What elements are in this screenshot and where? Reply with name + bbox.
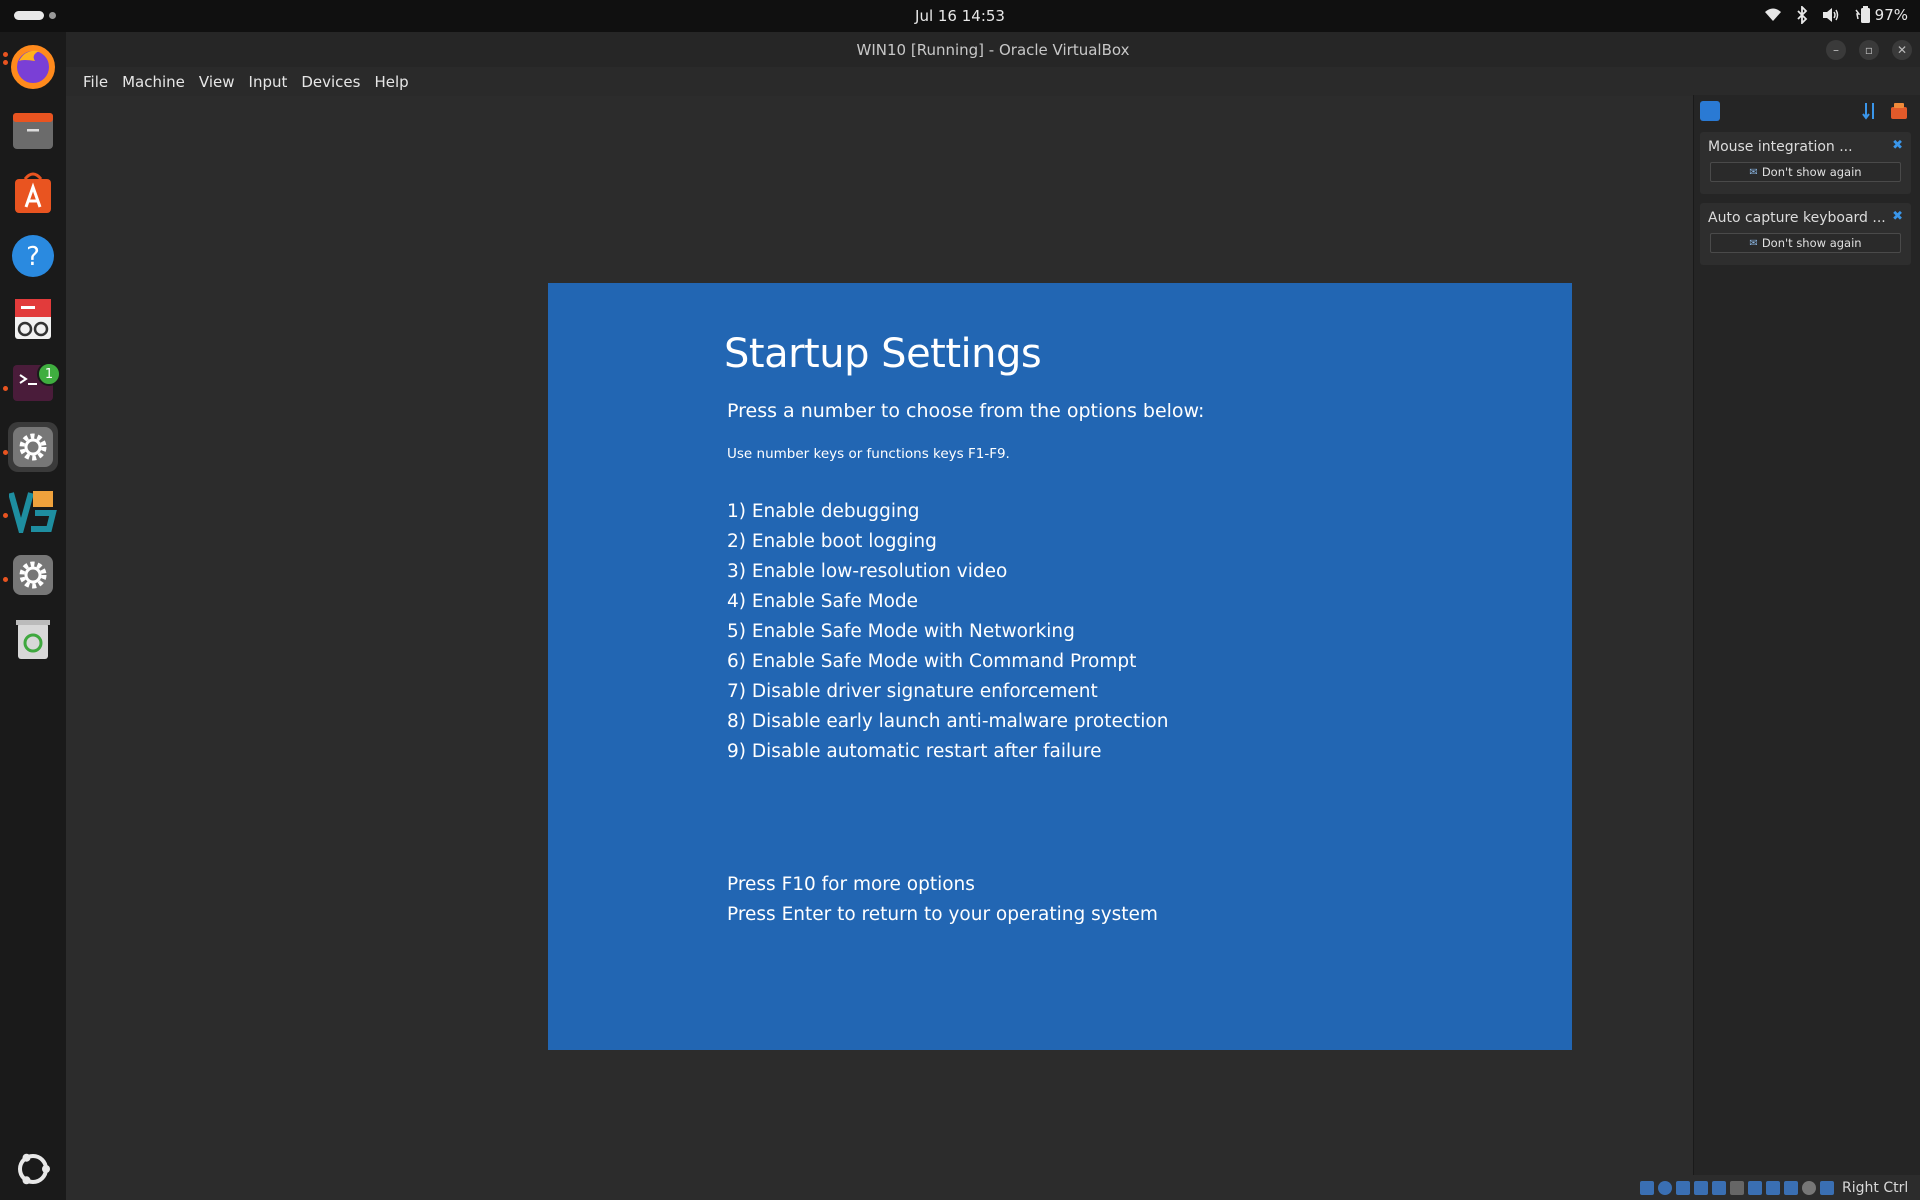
clear-all-icon[interactable] bbox=[1890, 102, 1908, 120]
usb-icon[interactable] bbox=[1712, 1181, 1726, 1195]
startup-option[interactable]: 9) Disable automatic restart after failu… bbox=[727, 737, 1168, 767]
close-notification-button[interactable]: ✖ bbox=[1892, 209, 1903, 224]
battery-icon bbox=[1855, 6, 1870, 23]
dont-show-label: Don't show again bbox=[1761, 165, 1862, 179]
help-launcher[interactable]: ? bbox=[8, 231, 58, 281]
startup-settings-subtitle: Press a number to choose from the option… bbox=[727, 400, 1205, 422]
startup-option[interactable]: 4) Enable Safe Mode bbox=[727, 587, 1168, 617]
settings-launcher-2[interactable] bbox=[8, 550, 58, 600]
app-center-icon bbox=[15, 172, 51, 213]
mouse-integration-icon[interactable] bbox=[1802, 1181, 1816, 1195]
startup-option[interactable]: 8) Disable early launch anti-malware pro… bbox=[727, 707, 1168, 737]
optical-drive-icon[interactable] bbox=[1658, 1181, 1672, 1195]
sort-icon[interactable] bbox=[1862, 102, 1878, 120]
firefox-launcher[interactable] bbox=[8, 42, 58, 92]
recording-icon[interactable] bbox=[1766, 1181, 1780, 1195]
startup-settings-hint: Use number keys or functions keys F1-F9. bbox=[727, 446, 1010, 462]
startup-option[interactable]: 5) Enable Safe Mode with Networking bbox=[727, 617, 1168, 647]
document-viewer-icon bbox=[15, 299, 51, 339]
dont-show-label: Don't show again bbox=[1761, 236, 1862, 250]
notification-info-icon[interactable] bbox=[1700, 101, 1720, 121]
minimize-button[interactable]: – bbox=[1826, 40, 1846, 60]
network-icon[interactable] bbox=[1694, 1181, 1708, 1195]
hard-disk-icon[interactable] bbox=[1640, 1181, 1654, 1195]
notification-title: Auto capture keyboard ... bbox=[1708, 210, 1886, 226]
shared-folders-icon[interactable] bbox=[1730, 1181, 1744, 1195]
dont-show-again-button[interactable]: ✉ Don't show again bbox=[1710, 233, 1901, 253]
dont-show-icon: ✉ bbox=[1749, 237, 1758, 249]
virtualbox-icon bbox=[9, 491, 57, 533]
gear-icon bbox=[13, 427, 53, 467]
dock: ? 1 bbox=[0, 32, 66, 1200]
notification-card: Mouse integration ... ✖ ✉ Don't show aga… bbox=[1700, 132, 1911, 194]
terminal-badge: 1 bbox=[37, 362, 61, 386]
display-icon[interactable] bbox=[1748, 1181, 1762, 1195]
ubuntu-logo-icon bbox=[18, 1153, 50, 1185]
settings-launcher[interactable] bbox=[8, 422, 58, 472]
folder-icon bbox=[13, 113, 53, 149]
firefox-icon bbox=[11, 45, 55, 89]
dont-show-icon: ✉ bbox=[1749, 166, 1758, 178]
menu-machine[interactable]: Machine bbox=[115, 73, 192, 91]
notification-center: Mouse integration ... ✖ ✉ Don't show aga… bbox=[1693, 95, 1920, 1175]
show-apps-button[interactable] bbox=[8, 1144, 58, 1194]
files-launcher[interactable] bbox=[8, 105, 58, 155]
close-button[interactable]: ✕ bbox=[1892, 40, 1912, 60]
startup-option[interactable]: 7) Disable driver signature enforcement bbox=[727, 677, 1168, 707]
svg-text:?: ? bbox=[26, 242, 40, 272]
wifi-icon bbox=[1764, 8, 1781, 21]
virtualbox-window: WIN10 [Running] - Oracle VirtualBox – ▫ … bbox=[66, 32, 1920, 1200]
menu-file[interactable]: File bbox=[76, 73, 115, 91]
menu-devices[interactable]: Devices bbox=[294, 73, 367, 91]
startup-option[interactable]: 6) Enable Safe Mode with Command Prompt bbox=[727, 647, 1168, 677]
startup-option[interactable]: 1) Enable debugging bbox=[727, 497, 1168, 527]
notification-card: Auto capture keyboard ... ✖ ✉ Don't show… bbox=[1700, 203, 1911, 265]
virtualbox-launcher[interactable] bbox=[8, 486, 58, 536]
minimize-icon: – bbox=[1833, 43, 1839, 57]
trash-launcher[interactable] bbox=[8, 614, 58, 664]
bluetooth-icon bbox=[1797, 6, 1807, 24]
help-icon: ? bbox=[12, 235, 54, 277]
volume-icon bbox=[1822, 8, 1838, 22]
return-to-os-text: Press Enter to return to your operating … bbox=[727, 904, 1158, 925]
gear-icon bbox=[13, 555, 53, 595]
keyboard-capture-icon[interactable] bbox=[1820, 1181, 1834, 1195]
audio-icon[interactable] bbox=[1676, 1181, 1690, 1195]
more-options-text: Press F10 for more options bbox=[727, 874, 975, 895]
app-center-launcher[interactable] bbox=[8, 168, 58, 218]
startup-options-list: 1) Enable debugging 2) Enable boot loggi… bbox=[727, 497, 1168, 767]
document-viewer-launcher[interactable] bbox=[8, 294, 58, 344]
window-title: WIN10 [Running] - Oracle VirtualBox bbox=[856, 41, 1130, 59]
startup-settings-title: Startup Settings bbox=[724, 331, 1042, 377]
host-key-label: Right Ctrl bbox=[1842, 1180, 1909, 1196]
trash-icon bbox=[16, 620, 50, 659]
notification-title: Mouse integration ... bbox=[1708, 139, 1853, 155]
dont-show-again-button[interactable]: ✉ Don't show again bbox=[1710, 162, 1901, 182]
restore-icon: ▫ bbox=[1864, 43, 1874, 57]
battery-percent: 97% bbox=[1874, 6, 1908, 24]
close-icon: ✕ bbox=[1896, 43, 1908, 57]
window-titlebar[interactable]: WIN10 [Running] - Oracle VirtualBox – ▫ … bbox=[66, 32, 1920, 67]
startup-option[interactable]: 2) Enable boot logging bbox=[727, 527, 1168, 557]
close-notification-button[interactable]: ✖ bbox=[1892, 138, 1903, 153]
clock[interactable]: Jul 16 14:53 bbox=[0, 7, 1920, 25]
maximize-button[interactable]: ▫ bbox=[1859, 40, 1879, 60]
system-tray[interactable]: 97% bbox=[1764, 6, 1908, 24]
menu-input[interactable]: Input bbox=[242, 73, 295, 91]
menu-help[interactable]: Help bbox=[367, 73, 415, 91]
vm-status-bar: Right Ctrl bbox=[1640, 1176, 1920, 1200]
vtx-icon[interactable] bbox=[1784, 1181, 1798, 1195]
menu-view[interactable]: View bbox=[192, 73, 242, 91]
startup-footer: Press F10 for more options Press Enter t… bbox=[727, 870, 1158, 930]
top-bar: Jul 16 14:53 97% bbox=[0, 0, 1920, 32]
startup-option[interactable]: 3) Enable low-resolution video bbox=[727, 557, 1168, 587]
menu-bar: File Machine View Input Devices Help bbox=[66, 67, 1920, 96]
vm-display[interactable]: Startup Settings Press a number to choos… bbox=[548, 283, 1572, 1050]
